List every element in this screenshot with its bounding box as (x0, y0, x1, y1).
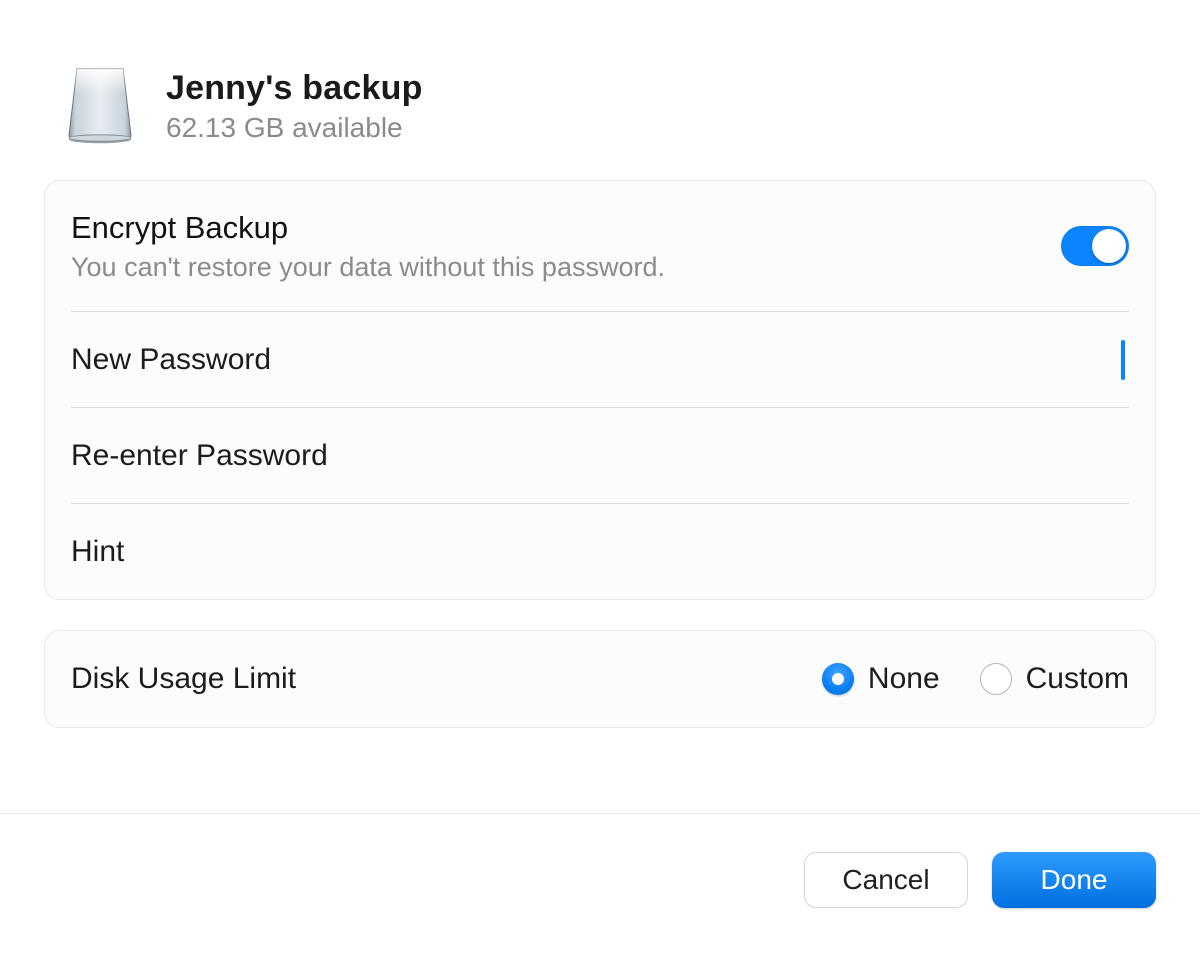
encrypt-panel: Encrypt Backup You can't restore your da… (44, 180, 1156, 600)
text-caret (1121, 340, 1125, 380)
toggle-knob (1092, 229, 1126, 263)
content-area: Jenny's backup 62.13 GB available Encryp… (0, 0, 1200, 813)
disk-usage-none-radio[interactable]: None (822, 662, 940, 696)
encrypt-description: You can't restore your data without this… (71, 252, 665, 283)
disk-name: Jenny's backup (166, 69, 423, 108)
new-password-row[interactable]: New Password (71, 311, 1129, 407)
radio-dot-selected-icon (822, 663, 854, 695)
external-disk-icon (60, 66, 140, 146)
disk-title-group: Jenny's backup 62.13 GB available (166, 69, 423, 144)
reenter-password-row[interactable]: Re-enter Password (71, 407, 1129, 503)
encrypt-title: Encrypt Backup (71, 210, 665, 246)
new-password-input[interactable] (861, 342, 1121, 378)
disk-usage-custom-radio[interactable]: Custom (980, 662, 1129, 696)
encrypt-toggle[interactable] (1061, 226, 1129, 266)
radio-dot-empty-icon (980, 663, 1012, 695)
disk-usage-panel: Disk Usage Limit None Custom (44, 630, 1156, 728)
new-password-label: New Password (71, 343, 271, 377)
reenter-password-label: Re-enter Password (71, 439, 328, 473)
disk-usage-label: Disk Usage Limit (71, 662, 296, 696)
footer: Cancel Done (0, 813, 1200, 954)
hint-label: Hint (71, 535, 124, 569)
reenter-password-input[interactable] (869, 438, 1129, 474)
disk-header: Jenny's backup 62.13 GB available (44, 60, 1156, 180)
encrypt-title-group: Encrypt Backup You can't restore your da… (71, 210, 665, 283)
disk-usage-radio-group: None Custom (822, 662, 1129, 696)
encrypt-toggle-row: Encrypt Backup You can't restore your da… (71, 181, 1129, 311)
cancel-button[interactable]: Cancel (804, 852, 968, 908)
backup-settings-window: Jenny's backup 62.13 GB available Encryp… (0, 0, 1200, 954)
done-button[interactable]: Done (992, 852, 1156, 908)
disk-usage-custom-label: Custom (1026, 662, 1129, 696)
hint-input[interactable] (869, 534, 1129, 570)
disk-usage-row: Disk Usage Limit None Custom (71, 631, 1129, 727)
disk-usage-none-label: None (868, 662, 940, 696)
hint-row[interactable]: Hint (71, 503, 1129, 599)
disk-available: 62.13 GB available (166, 112, 423, 144)
